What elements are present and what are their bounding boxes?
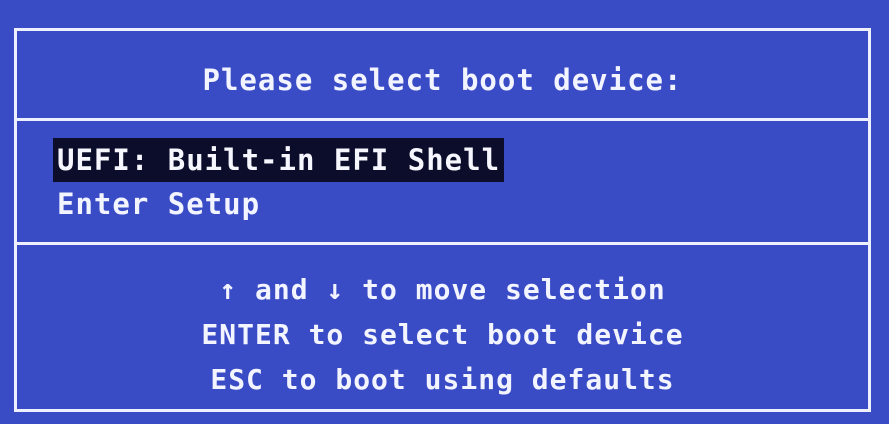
- dialog-title: Please select boot device:: [202, 63, 683, 97]
- help-divider: [17, 242, 868, 245]
- help-line-navigate: ↑ and ↓ to move selection: [219, 273, 666, 306]
- help-line-select: ENTER to select boot device: [201, 318, 684, 351]
- boot-option-uefi-efi-shell[interactable]: UEFI: Built-in EFI Shell: [53, 138, 505, 182]
- title-divider: [17, 118, 868, 121]
- help-text: ↑ and ↓ to move selection ENTER to selec…: [17, 267, 868, 402]
- boot-menu-screen: Please select boot device: UEFI: Built-i…: [0, 0, 889, 424]
- boot-device-list: UEFI: Built-in EFI Shell Enter Setup: [53, 138, 505, 226]
- boot-menu-dialog: Please select boot device: UEFI: Built-i…: [14, 28, 871, 412]
- boot-option-enter-setup[interactable]: Enter Setup: [53, 182, 264, 226]
- help-line-defaults: ESC to boot using defaults: [210, 363, 675, 396]
